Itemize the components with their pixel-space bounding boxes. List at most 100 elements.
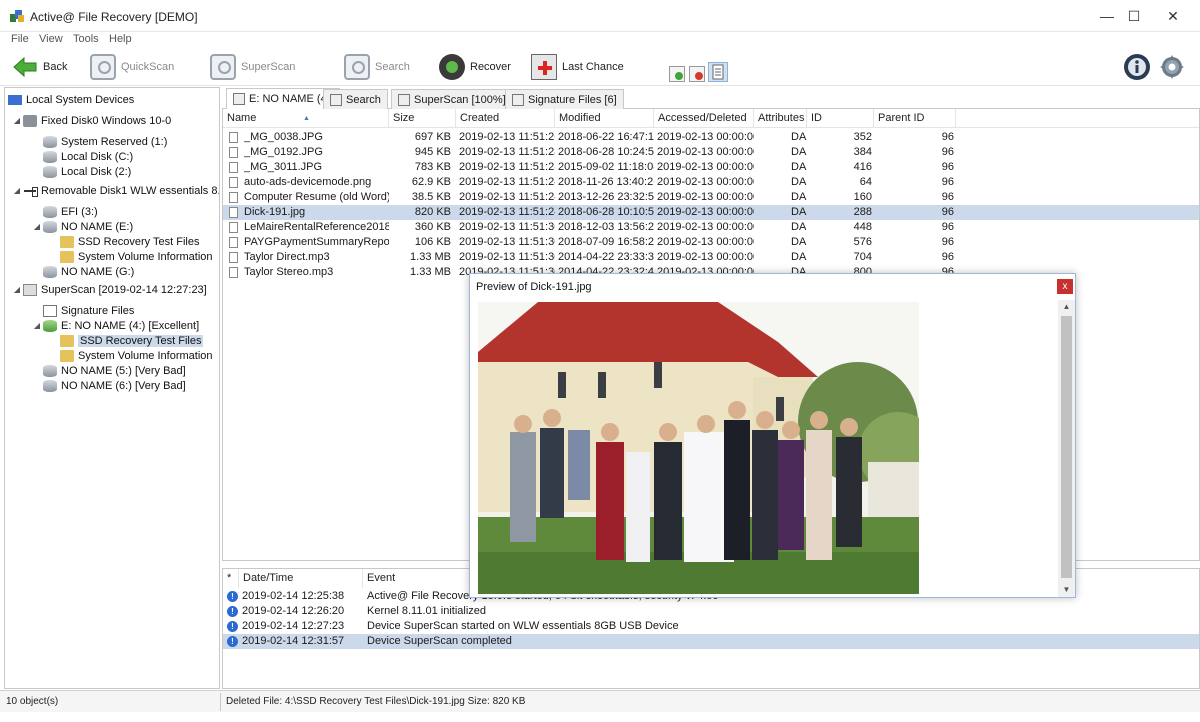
tree-item-removable-disk1[interactable]: ◢ Removable Disk1 WLW essentials 8...	[11, 183, 219, 198]
tree-item-system-reserved[interactable]: System Reserved (1:)	[43, 134, 167, 149]
tree-item-no-name-5[interactable]: NO NAME (5:) [Very Bad]	[43, 363, 186, 378]
tree-item-signature-files[interactable]: Signature Files	[43, 303, 134, 318]
scroll-up-icon[interactable]: ▲	[1058, 300, 1075, 314]
quickscan-button[interactable]: QuickScan	[90, 52, 174, 82]
log-column-datetime[interactable]: Date/Time	[239, 569, 363, 588]
tree-label: SuperScan [2019-02-14 12:27:23]	[41, 283, 207, 296]
table-row[interactable]: auto-ads-devicemode.png 62.9 KB 2019-02-13…	[223, 175, 1199, 190]
back-button[interactable]: Back	[12, 52, 67, 82]
file-id: 448	[853, 221, 872, 233]
file-name: _MG_3011.JPG	[244, 161, 323, 173]
remove-file-icon[interactable]	[689, 66, 705, 82]
folder-icon	[60, 334, 74, 347]
file-modified: 2015-09-02 11:18:08	[558, 161, 654, 173]
menu-file[interactable]: File	[11, 33, 29, 45]
tree-root[interactable]: Local System Devices	[8, 92, 134, 107]
expand-icon[interactable]: ◢	[31, 321, 43, 330]
add-file-icon[interactable]	[669, 66, 685, 82]
column-parent-id[interactable]: Parent ID	[874, 109, 956, 128]
wedding-photo-image	[478, 302, 919, 594]
tree-item-ssd-recovery-e[interactable]: SSD Recovery Test Files	[60, 234, 199, 249]
column-modified[interactable]: Modified	[555, 109, 654, 128]
column-attributes[interactable]: Attributes	[754, 109, 807, 128]
tree-item-no-name-6[interactable]: NO NAME (6:) [Very Bad]	[43, 378, 186, 393]
drive-tab-icon	[233, 93, 245, 105]
menu-help[interactable]: Help	[109, 33, 132, 45]
tree-item-system-volume-4[interactable]: System Volume Information	[60, 348, 213, 363]
document-view-icon[interactable]	[708, 62, 728, 82]
recover-icon	[439, 54, 465, 80]
preview-photo	[478, 302, 919, 594]
table-row[interactable]: _MG_3011.JPG 783 KB 2019-02-13 11:51:28 201…	[223, 160, 1199, 175]
file-accessed: 2019-02-13 00:00:00	[657, 206, 754, 218]
tab-search[interactable]: Search	[323, 89, 388, 109]
table-row[interactable]: Dick-191.jpg 820 KB 2019-02-13 11:51:24 201…	[223, 205, 1199, 220]
file-icon	[229, 222, 238, 233]
file-created: 2019-02-13 11:51:24	[459, 191, 555, 203]
file-attr: DA	[791, 221, 807, 233]
close-button[interactable]: ✕	[1150, 0, 1196, 32]
column-created[interactable]: Created	[456, 109, 555, 128]
last-chance-label: Last Chance	[562, 61, 624, 73]
expand-icon[interactable]: ◢	[31, 222, 43, 231]
search-button[interactable]: Search	[344, 52, 410, 82]
log-row[interactable]: ! 2019-02-14 12:26:20 Kernel 8.11.01 initi…	[223, 604, 1199, 619]
expand-icon[interactable]: ◢	[11, 186, 23, 195]
tree-item-local-disk-2[interactable]: Local Disk (2:)	[43, 164, 131, 179]
info-icon: !	[227, 636, 238, 647]
column-accessed-deleted[interactable]: Accessed/Deleted	[654, 109, 754, 128]
table-row[interactable]: LeMaireRentalReference2018.pdf 360 KB 2019…	[223, 220, 1199, 235]
tree-item-efi[interactable]: EFI (3:)	[43, 204, 98, 219]
folder-icon	[60, 250, 74, 263]
column-label: Name	[227, 112, 257, 124]
last-chance-button[interactable]: Last Chance	[531, 52, 624, 82]
preview-title-bar[interactable]: Preview of Dick-191.jpg x	[470, 274, 1075, 300]
superscan-button[interactable]: SuperScan	[210, 52, 295, 82]
column-id[interactable]: ID	[807, 109, 874, 128]
tree-label: Signature Files	[61, 304, 135, 317]
info-icon: !	[227, 591, 238, 602]
about-icon[interactable]	[1124, 54, 1150, 80]
settings-gear-icon[interactable]	[1159, 54, 1185, 80]
menu-tools[interactable]: Tools	[73, 33, 99, 45]
menu-view[interactable]: View	[39, 33, 63, 45]
file-id: 288	[853, 206, 872, 218]
column-size[interactable]: Size	[389, 109, 456, 128]
expand-icon[interactable]: ◢	[11, 285, 23, 294]
green-disk-icon	[43, 319, 57, 332]
scroll-thumb[interactable]	[1061, 316, 1072, 578]
file-size: 62.9 KB	[411, 176, 451, 188]
file-icon	[229, 252, 238, 263]
tree-item-superscan[interactable]: ◢ SuperScan [2019-02-14 12:27:23]	[11, 282, 207, 297]
tree-item-local-disk-c[interactable]: Local Disk (C:)	[43, 149, 133, 164]
log-row[interactable]: ! 2019-02-14 12:27:23 Device SuperScan sta…	[223, 619, 1199, 634]
preview-scrollbar[interactable]: ▲ ▼	[1058, 300, 1075, 597]
tree-label: NO NAME (E:)	[61, 220, 134, 233]
tree-item-no-name-g[interactable]: NO NAME (G:)	[43, 264, 134, 279]
file-attr: DA	[791, 236, 807, 248]
recover-button[interactable]: Recover	[439, 52, 511, 82]
table-row[interactable]: _MG_0192.JPG 945 KB 2019-02-13 11:51:28 201…	[223, 145, 1199, 160]
tree-item-system-volume-e[interactable]: System Volume Information	[60, 249, 213, 264]
table-row[interactable]: PAYGPaymentSummaryReport... 106 KB 2019-02…	[223, 235, 1199, 250]
file-attr: DA	[791, 146, 807, 158]
expand-icon[interactable]: ◢	[11, 116, 23, 125]
file-size: 106 KB	[414, 236, 451, 248]
table-row[interactable]: _MG_0038.JPG 697 KB 2019-02-13 11:51:26 201…	[223, 130, 1199, 145]
log-row[interactable]: ! 2019-02-14 12:31:57 Device SuperScan com…	[223, 634, 1199, 649]
tree-item-fixed-disk0[interactable]: ◢ Fixed Disk0 Windows 10-0	[11, 113, 171, 128]
table-row[interactable]: Taylor Direct.mp3 1.33 MB 2019-02-13 11:51…	[223, 250, 1199, 265]
tree-label: System Volume Information	[78, 349, 213, 362]
table-row[interactable]: Computer Resume (old Word).... 38.5 KB 201…	[223, 190, 1199, 205]
quickscan-label: QuickScan	[121, 61, 175, 73]
column-name[interactable]: Name ▲	[223, 109, 389, 128]
tab-signature-files[interactable]: Signature Files [6]	[505, 89, 624, 109]
scroll-down-icon[interactable]: ▼	[1058, 583, 1075, 597]
tree-item-no-name-e[interactable]: ◢ NO NAME (E:)	[31, 219, 133, 234]
info-icon: !	[227, 621, 238, 632]
file-icon	[229, 192, 238, 203]
tree-item-e-no-name-4[interactable]: ◢ E: NO NAME (4:) [Excellent]	[31, 318, 199, 333]
preview-close-button[interactable]: x	[1057, 279, 1073, 294]
tab-superscan[interactable]: SuperScan [100%]	[391, 89, 513, 109]
tree-item-ssd-recovery-4[interactable]: SSD Recovery Test Files	[60, 333, 204, 348]
